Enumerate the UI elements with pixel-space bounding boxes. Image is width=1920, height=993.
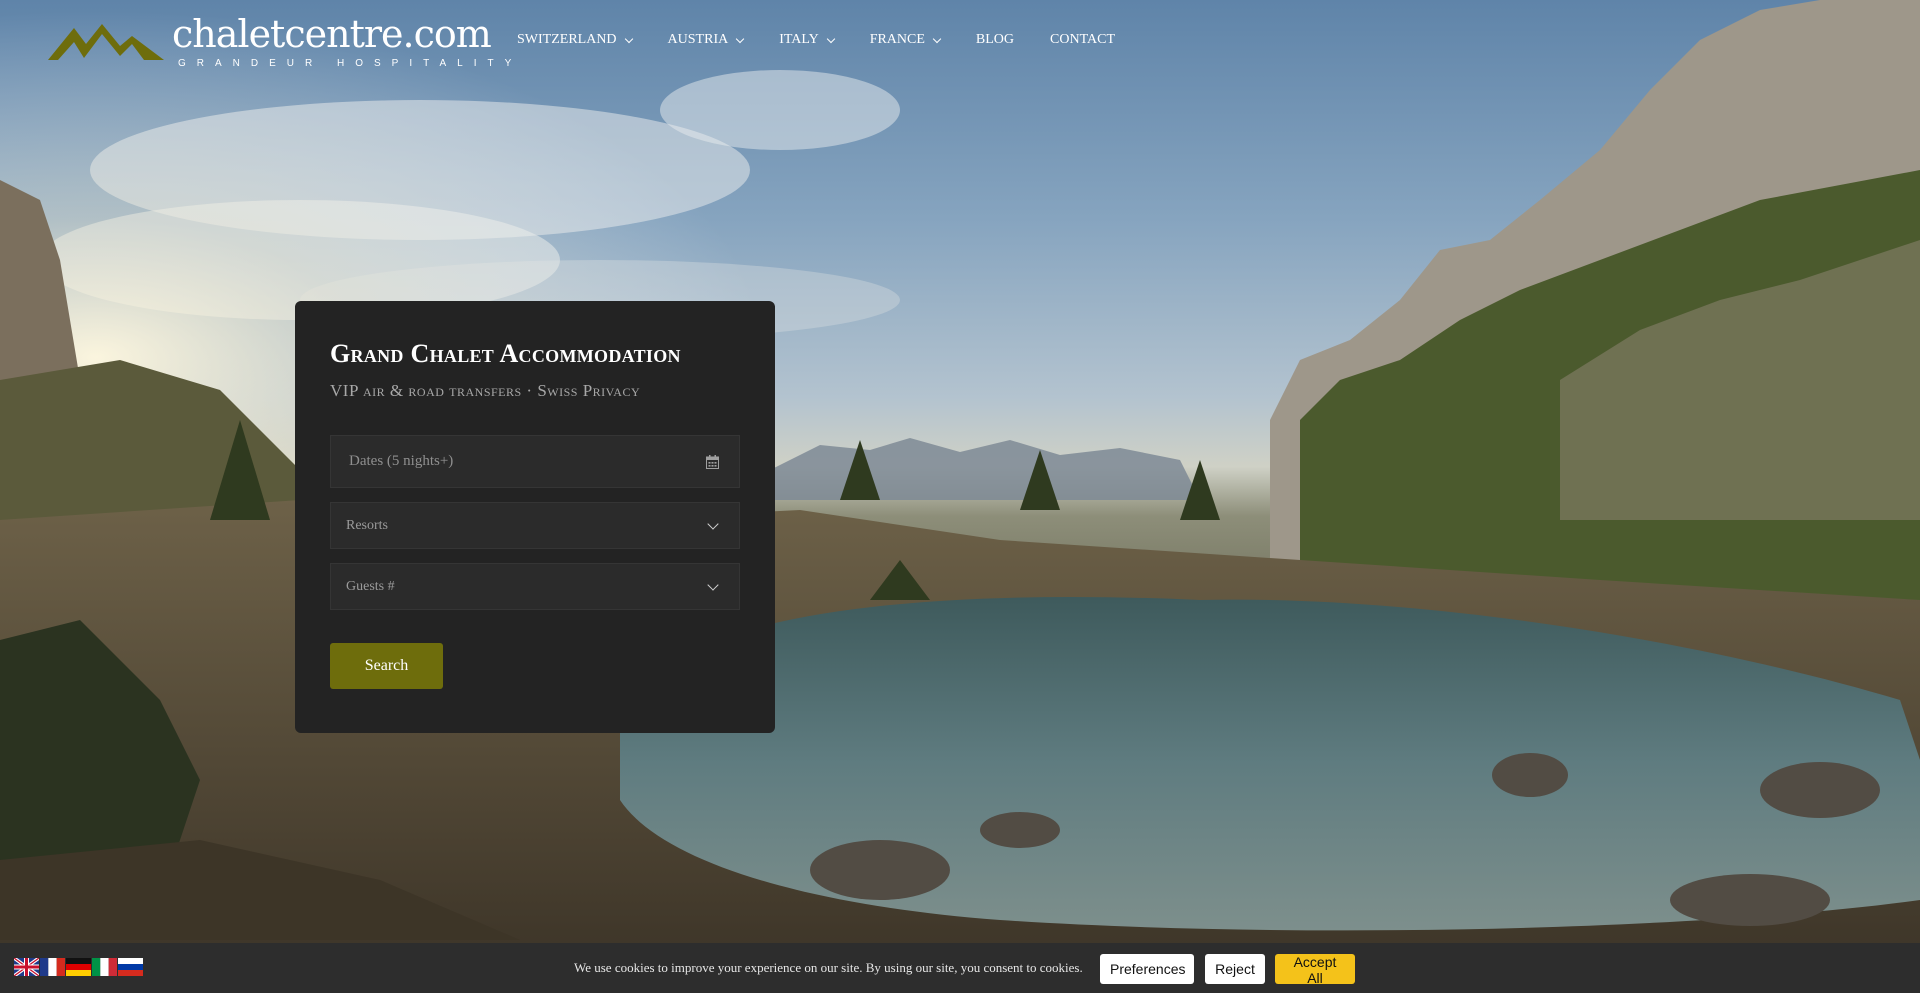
site-logo[interactable]: chaletcentre.com GRANDEUR HOSPITALITY bbox=[48, 12, 511, 69]
hero-background-landscape bbox=[0, 0, 1920, 993]
chevron-down-icon bbox=[624, 34, 633, 43]
nav-item-blog[interactable]: BLOG bbox=[976, 32, 1014, 48]
chevron-down-icon bbox=[826, 34, 835, 43]
site-header: chaletcentre.com GRANDEUR HOSPITALITY SW… bbox=[0, 0, 1920, 80]
booking-search-panel: Grand Chalet Accommodation VIP air & roa… bbox=[295, 301, 775, 733]
resorts-select[interactable]: Resorts bbox=[330, 502, 740, 549]
cookie-consent-bar: We use cookies to improve your experienc… bbox=[0, 943, 1920, 993]
nav-label: FRANCE bbox=[869, 32, 925, 47]
flag-germany-icon[interactable] bbox=[66, 958, 91, 976]
nav-item-france[interactable]: FRANCE bbox=[869, 32, 942, 48]
language-switcher bbox=[14, 958, 144, 976]
nav-label: AUSTRIA bbox=[667, 32, 729, 47]
mountain-logo-icon bbox=[48, 24, 164, 60]
flag-france-icon[interactable] bbox=[40, 958, 65, 976]
nav-label: BLOG bbox=[975, 32, 1015, 47]
guests-select-value: Guests # bbox=[346, 578, 395, 594]
resorts-select-value: Resorts bbox=[346, 517, 388, 533]
guests-select[interactable]: Guests # bbox=[330, 563, 740, 610]
nav-item-italy[interactable]: ITALY bbox=[779, 32, 835, 48]
calendar-icon bbox=[706, 455, 719, 469]
flag-italy-icon[interactable] bbox=[92, 958, 117, 976]
flag-uk-icon[interactable] bbox=[14, 958, 39, 976]
mountain-lake-scene bbox=[0, 0, 1920, 993]
main-navigation: SWITZERLAND AUSTRIA ITALY FRANCE BLOG CO… bbox=[517, 30, 1151, 50]
brand-name: chaletcentre.com bbox=[172, 12, 492, 56]
dates-input[interactable] bbox=[349, 453, 679, 470]
nav-label: SWITZERLAND bbox=[517, 32, 617, 47]
nav-label: ITALY bbox=[779, 32, 819, 47]
cookie-preferences-button[interactable]: Preferences bbox=[1100, 954, 1194, 984]
chevron-down-icon bbox=[932, 34, 942, 43]
nav-label: CONTACT bbox=[1050, 32, 1116, 47]
cookie-reject-button[interactable]: Reject bbox=[1205, 954, 1265, 984]
brand-tagline: GRANDEUR HOSPITALITY bbox=[178, 58, 523, 69]
cookie-message: We use cookies to improve your experienc… bbox=[574, 960, 1083, 975]
booking-title: Grand Chalet Accommodation bbox=[330, 339, 681, 368]
nav-item-contact[interactable]: CONTACT bbox=[1050, 32, 1115, 48]
flag-russia-icon[interactable] bbox=[118, 958, 143, 976]
nav-item-austria[interactable]: AUSTRIA bbox=[667, 32, 745, 48]
chevron-down-icon bbox=[707, 579, 719, 591]
nav-item-switzerland[interactable]: SWITZERLAND bbox=[517, 32, 633, 48]
dates-field[interactable] bbox=[330, 435, 740, 488]
chevron-down-icon bbox=[707, 518, 719, 530]
search-button[interactable]: Search bbox=[330, 643, 443, 689]
chevron-down-icon bbox=[735, 34, 745, 43]
cookie-accept-all-button[interactable]: Accept All bbox=[1275, 954, 1355, 986]
booking-subtitle: VIP air & road transfers · Swiss Privacy bbox=[330, 381, 641, 400]
